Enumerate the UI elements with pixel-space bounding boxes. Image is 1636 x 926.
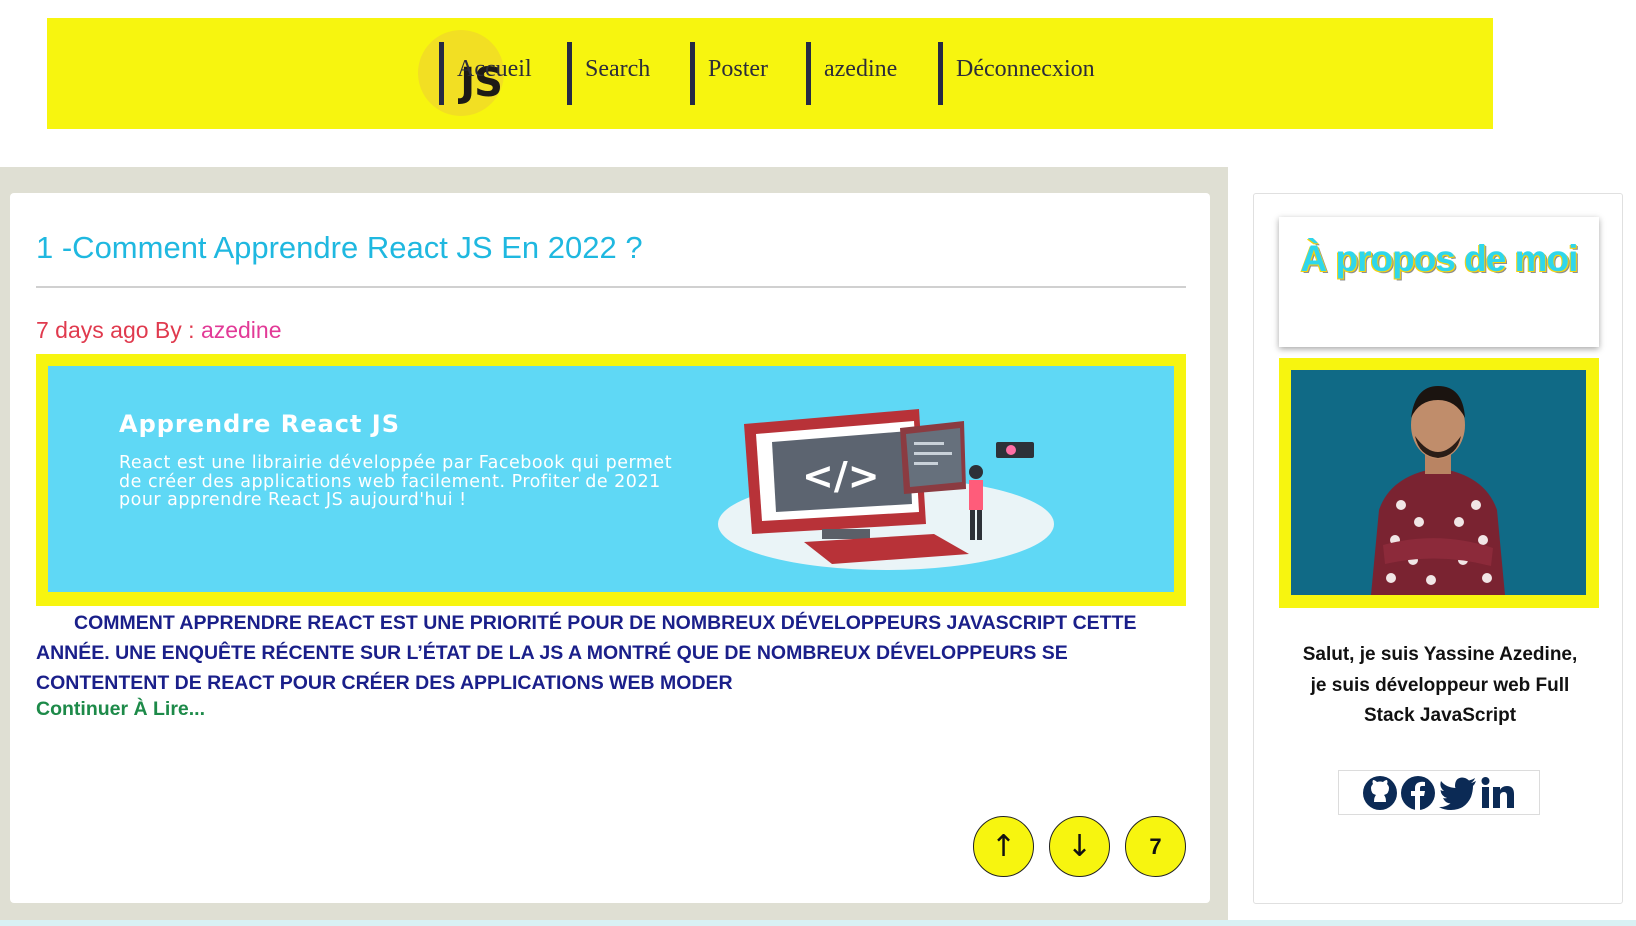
post-image-frame: Apprendre React JS React est une librair… — [36, 354, 1186, 606]
about-title: À propos de moi — [1300, 238, 1579, 279]
post-excerpt: Comment apprendre React est une priorité… — [36, 612, 1137, 694]
post-date: 7 days ago By : — [36, 317, 201, 343]
image-heading: Apprendre React JS — [119, 410, 401, 438]
social-links — [1338, 770, 1540, 815]
github-icon[interactable] — [1362, 775, 1398, 811]
nav-link-user[interactable]: azedine — [824, 56, 897, 83]
twitter-icon[interactable] — [1438, 776, 1478, 810]
title-divider — [36, 286, 1186, 288]
nav-separator — [806, 42, 811, 105]
linkedin-icon[interactable] — [1480, 776, 1516, 810]
nav-separator — [439, 42, 444, 105]
post-title[interactable]: 1 -Comment Apprendre React JS En 2022 ? — [36, 230, 643, 266]
profile-photo-frame — [1279, 358, 1599, 608]
image-text: React est une librairie développée par F… — [119, 453, 673, 510]
nav-separator — [567, 42, 572, 105]
vote-count-badge: 7 — [1125, 816, 1186, 877]
about-card: À propos de moi — [1279, 217, 1599, 347]
facebook-icon[interactable] — [1400, 775, 1436, 811]
nav-separator — [690, 42, 695, 105]
nav-link-poster[interactable]: Poster — [708, 56, 768, 83]
post-meta: 7 days ago By : azedine — [36, 317, 282, 344]
nav-link-accueil[interactable]: Accueil — [457, 56, 532, 83]
bio-text: Salut, je suis Yassine Azedine, je suis … — [1302, 644, 1578, 726]
person-icon — [1371, 386, 1505, 595]
computer-illustration-icon: </> — [718, 409, 1054, 570]
nav-separator — [938, 42, 943, 105]
read-more-link[interactable]: Continuer À Lire... — [36, 698, 205, 721]
profile-photo — [1291, 370, 1586, 595]
top-navbar: JS Accueil Search Poster azedine Déconne… — [47, 18, 1493, 129]
bottom-edge — [0, 920, 1636, 926]
upvote-button[interactable]: ↑ — [973, 816, 1034, 877]
post-image[interactable]: Apprendre React JS React est une librair… — [48, 366, 1174, 592]
downvote-button[interactable]: ↓ — [1049, 816, 1110, 877]
post-author-link[interactable]: azedine — [201, 317, 282, 343]
nav-link-search[interactable]: Search — [585, 56, 650, 83]
nav-link-logout[interactable]: Déconnecxion — [956, 56, 1095, 83]
svg-text:</>: </> — [802, 454, 880, 498]
